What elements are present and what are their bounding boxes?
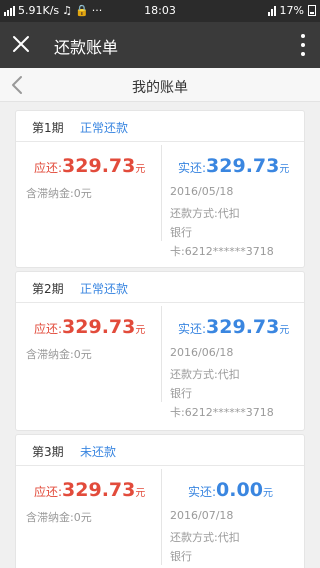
paid-amount: 实还: 329.73 元 [178,155,289,177]
close-icon[interactable] [10,33,32,55]
page-header: 我的账单 [0,68,320,102]
card-divider [161,306,162,402]
repay-channel: 银行 [170,550,192,563]
due-amount: 应还: 329.73 元 [34,316,145,338]
more-menu-icon[interactable] [300,34,306,56]
late-fee-label: 含滞纳金: [26,348,74,361]
bill-card-header: 第3期 未还款 [16,435,304,466]
method-label: 还款方式: [170,531,218,544]
late-fee-label: 含滞纳金: [26,187,74,200]
page-title: 我的账单 [132,80,188,96]
late-fee-value: 0元 [73,187,92,200]
late-fee-value: 0元 [73,511,92,524]
due-amount: 应还: 329.73 元 [34,479,145,501]
late-fee-label: 含滞纳金: [26,511,74,524]
bill-card: 第1期 正常还款 应还: 329.73 元 含滞纳金:0元 实还: 329.73… [15,110,305,268]
card-label: 卡: [170,245,185,258]
paid-value: 329.73 [206,316,280,338]
app-title: 还款账单 [54,38,119,57]
method-value: 代扣 [217,368,240,381]
repay-channel: 银行 [170,226,192,239]
period-number: 第3期 [32,445,64,459]
card-value: 6212******3718 [184,406,274,419]
paid-unit: 元 [279,164,290,175]
late-fee: 含滞纳金:0元 [26,509,92,525]
repay-status: 正常还款 [80,121,129,135]
repay-method: 还款方式:代扣 [170,366,240,382]
battery-icon [308,5,316,16]
repay-status: 正常还款 [80,282,129,296]
card-divider [161,469,162,565]
card-label: 卡: [170,406,185,419]
vibrate-signal-icon [267,5,276,16]
card-number: 卡:6212******3718 [170,243,274,259]
card-value: 6212******3718 [184,245,274,258]
card-divider [161,145,162,241]
paid-value: 329.73 [206,155,280,177]
due-label: 应还: [34,161,63,175]
bill-card: 第3期 未还款 应还: 329.73 元 含滞纳金:0元 实还: 0.00 元 … [15,434,305,568]
repay-channel: 银行 [170,387,192,400]
app-bar: 还款账单 [0,22,320,68]
paid-amount: 实还: 0.00 元 [188,479,273,501]
paid-unit: 元 [279,325,290,336]
repay-date: 2016/05/18 [170,185,234,198]
late-fee: 含滞纳金:0元 [26,346,92,362]
due-label: 应还: [34,485,63,499]
repay-date: 2016/07/18 [170,509,234,522]
period-number: 第2期 [32,282,64,296]
method-value: 代扣 [217,207,240,220]
due-unit: 元 [135,488,146,499]
due-unit: 元 [135,164,146,175]
paid-value: 0.00 [216,479,263,501]
card-number: 卡:6212******3718 [170,404,274,420]
paid-label: 实还: [178,322,207,336]
repay-status: 未还款 [80,445,117,459]
due-value: 329.73 [62,155,136,177]
battery-percent: 17% [279,4,304,17]
late-fee-value: 0元 [73,348,92,361]
period-number: 第1期 [32,121,64,135]
paid-amount: 实还: 329.73 元 [178,316,289,338]
bill-card-header: 第1期 正常还款 [16,111,304,142]
bill-card-header: 第2期 正常还款 [16,272,304,303]
paid-label: 实还: [178,161,207,175]
due-unit: 元 [135,325,146,336]
status-right: 17% [267,4,316,17]
due-amount: 应还: 329.73 元 [34,155,145,177]
late-fee: 含滞纳金:0元 [26,185,92,201]
paid-unit: 元 [262,488,273,499]
repay-date: 2016/06/18 [170,346,234,359]
method-value: 代扣 [217,531,240,544]
method-label: 还款方式: [170,207,218,220]
repay-method: 还款方式:代扣 [170,529,240,545]
due-value: 329.73 [62,316,136,338]
due-value: 329.73 [62,479,136,501]
due-label: 应还: [34,322,63,336]
repay-method: 还款方式:代扣 [170,205,240,221]
bill-card: 第2期 正常还款 应还: 329.73 元 含滞纳金:0元 实还: 329.73… [15,271,305,431]
method-label: 还款方式: [170,368,218,381]
paid-label: 实还: [188,485,217,499]
status-bar: 5.91K/s ♫ 🔒 ··· 18:03 17% [0,0,320,22]
